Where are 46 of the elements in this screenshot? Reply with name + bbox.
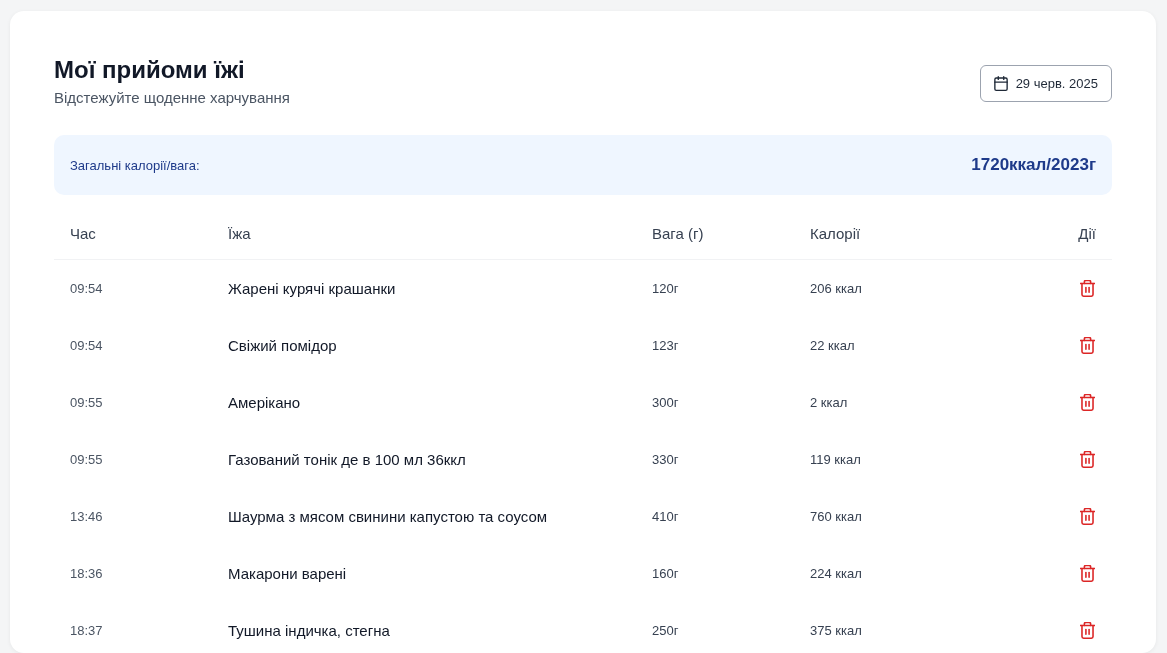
summary-label: Загальні калорії/вага:: [70, 157, 200, 173]
weight-cell: 330г: [652, 452, 679, 467]
trash-icon: [1080, 451, 1095, 468]
trash-icon: [1080, 280, 1095, 297]
trash-icon: [1080, 622, 1095, 639]
food-name-cell: Газований тонік де в 100 мл 36ккл: [228, 451, 466, 468]
weight-cell: 123г: [652, 338, 679, 353]
food-name-cell: Шаурма з мясом свинини капустою та соусом: [228, 508, 548, 525]
trash-icon: [1080, 508, 1095, 525]
calories-cell: 2 ккал: [810, 395, 848, 410]
weight-cell: 120г: [652, 281, 679, 296]
page-title: Мої прийоми їжі: [54, 55, 246, 85]
time-cell: 09:54: [70, 338, 103, 353]
time-cell: 09:55: [70, 395, 103, 410]
time-cell: 18:36: [70, 566, 103, 581]
time-cell: 09:55: [70, 452, 103, 467]
column-header: Дії: [1078, 224, 1096, 242]
column-header: Час: [70, 224, 96, 242]
time-cell: 13:46: [70, 509, 103, 524]
date-picker-button[interactable]: 29 черв. 2025: [979, 64, 1112, 102]
calories-cell: 760 ккал: [810, 509, 862, 524]
calories-cell: 22 ккал: [810, 338, 855, 353]
food-name-cell: Амерікано: [228, 394, 301, 411]
calories-cell: 206 ккал: [810, 281, 862, 296]
calories-cell: 375 ккал: [810, 623, 862, 638]
weight-cell: 300г: [652, 395, 679, 410]
weight-cell: 410г: [652, 509, 679, 524]
food-name-cell: Свіжий помідор: [228, 337, 337, 354]
calendar-icon: [993, 75, 1008, 91]
summary-value: 1720ккал/2023г: [971, 155, 1096, 175]
calories-cell: 224 ккал: [810, 566, 862, 581]
weight-cell: 160г: [652, 566, 679, 581]
column-header: Вага (г): [652, 224, 704, 242]
food-name-cell: Макарони варені: [228, 565, 347, 582]
time-cell: 09:54: [70, 281, 103, 296]
food-name-cell: Жарені курячі крашанки: [228, 280, 396, 297]
column-header: Калорії: [810, 224, 861, 242]
trash-icon: [1080, 337, 1095, 354]
column-header: Їжа: [228, 224, 251, 242]
trash-icon: [1080, 565, 1095, 582]
trash-icon: [1080, 394, 1095, 411]
calories-cell: 119 ккал: [810, 452, 861, 467]
weight-cell: 250г: [652, 623, 679, 638]
time-cell: 18:37: [70, 623, 103, 638]
food-name-cell: Тушина індичка, стегна: [228, 622, 390, 639]
page-subtitle: Відстежуйте щоденне харчування: [54, 88, 290, 108]
